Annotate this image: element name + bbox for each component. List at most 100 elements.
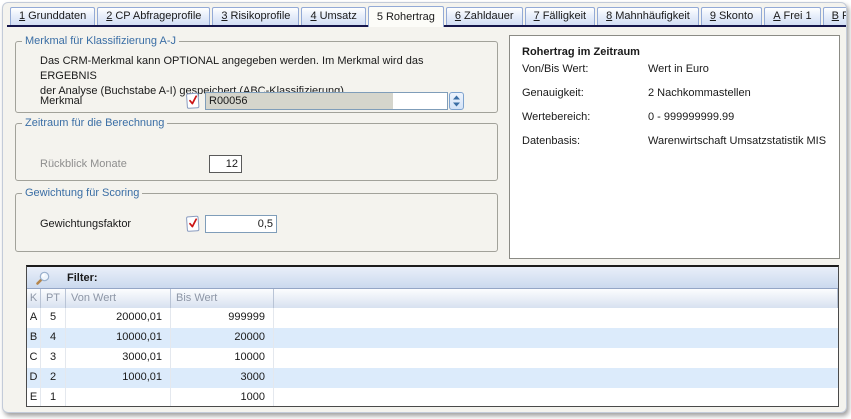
- tab-risikoprofile[interactable]: 3 Risikoprofile: [212, 7, 299, 25]
- rueckblick-monate-field[interactable]: 12: [209, 155, 242, 173]
- info-label: Genauigkeit:: [522, 86, 648, 100]
- column-header-pt[interactable]: PT: [41, 289, 66, 308]
- application-window: 1Grunddaten 2CP Abfrageprofile 3Risikopr…: [2, 2, 847, 413]
- tab-accelerator: B: [832, 10, 839, 22]
- tab-frei-2[interactable]: BFrei 2: [823, 7, 847, 25]
- table-row[interactable]: D 2 1000,01 3000: [27, 368, 838, 388]
- classification-table: Filter: K PT Von Wert Bis Wert A 5 20000…: [26, 265, 839, 407]
- tab-label: Risikoprofile: [231, 10, 291, 22]
- tab-accelerator: 6: [455, 10, 461, 22]
- tab-accelerator: 8: [606, 10, 612, 22]
- cell-von-wert: 1000,01: [66, 368, 171, 388]
- cell-bis-wert: 1000: [171, 388, 274, 407]
- tab-accelerator: 2: [106, 10, 112, 22]
- tab-accelerator: 9: [710, 10, 716, 22]
- tab-skonto[interactable]: 9Skonto: [701, 7, 762, 25]
- rueckblick-monate-label: Rückblick Monate: [40, 158, 209, 170]
- info-value: 2 Nachkommastellen: [648, 86, 839, 100]
- info-row: Genauigkeit: 2 Nachkommastellen: [522, 86, 839, 100]
- column-header-filler: [274, 289, 838, 308]
- tab-accelerator: 3: [221, 10, 227, 22]
- tab-umsatz[interactable]: 4 Umsatz: [301, 7, 365, 25]
- merkmal-value: R00056: [206, 93, 393, 109]
- info-row: Datenbasis: Warenwirtschaft Umsatzstatis…: [522, 134, 839, 148]
- group-merkmal-klassifizierung: Merkmal für Klassifizierung A-J Das CRM-…: [15, 35, 498, 113]
- info-label: Wertebereich:: [522, 110, 648, 124]
- info-row: Wertebereich: 0 - 999999999.99: [522, 110, 839, 124]
- tab-accelerator: 5: [377, 11, 383, 23]
- tab-label: Fälligkeit: [543, 10, 586, 22]
- group-title: Gewichtung für Scoring: [22, 187, 142, 199]
- cell-pt: 5: [41, 308, 66, 328]
- tab-mahnhaeufigkeit[interactable]: 8Mahnhäufigkeit: [597, 7, 699, 25]
- info-panel-title: Rohertrag im Zeitraum: [522, 46, 839, 58]
- group-gewichtung-scoring: Gewichtung für Scoring Gewichtungsfaktor…: [15, 187, 498, 252]
- cell-von-wert: 3000,01: [66, 348, 171, 368]
- filter-label: Filter:: [67, 272, 98, 284]
- cell-von-wert: 20000,01: [66, 308, 171, 328]
- cell-filler: [274, 308, 838, 328]
- tab-accelerator: 1: [19, 10, 25, 22]
- cell-bis-wert: 20000: [171, 328, 274, 348]
- tab-accelerator: 7: [534, 10, 540, 22]
- tab-faelligkeit[interactable]: 7Fälligkeit: [525, 7, 596, 25]
- tab-label: Skonto: [719, 10, 753, 22]
- cell-filler: [274, 368, 838, 388]
- tab-zahldauer[interactable]: 6Zahldauer: [446, 7, 523, 25]
- table-row[interactable]: E 1 1000: [27, 388, 838, 407]
- table-row[interactable]: B 4 10000,01 20000: [27, 328, 838, 348]
- tab-label: CP Abfrageprofile: [115, 10, 201, 22]
- info-value: Wert in Euro: [648, 62, 839, 76]
- column-header-k[interactable]: K: [27, 289, 41, 308]
- merkmal-label: Merkmal: [40, 95, 185, 107]
- tab-label: Mahnhäufigkeit: [615, 10, 690, 22]
- group-zeitraum-berechnung: Zeitraum für die Berechnung Rückblick Mo…: [15, 117, 498, 181]
- tab-bar: 1Grunddaten 2CP Abfrageprofile 3 Risikopr…: [7, 6, 846, 27]
- tab-label: Umsatz: [320, 10, 357, 22]
- tab-label: Frei 2: [842, 10, 847, 22]
- cell-pt: 2: [41, 368, 66, 388]
- tab-frei-1[interactable]: A Frei 1: [764, 7, 820, 25]
- cell-pt: 3: [41, 348, 66, 368]
- cell-k: B: [27, 328, 41, 348]
- merkmal-input[interactable]: R00056: [205, 92, 448, 110]
- table-row[interactable]: A 5 20000,01 999999: [27, 308, 838, 328]
- tab-accelerator: A: [773, 10, 780, 22]
- column-header-bis-wert[interactable]: Bis Wert: [171, 289, 274, 308]
- magnifier-icon[interactable]: [35, 270, 51, 286]
- info-value: 0 - 999999999.99: [648, 110, 839, 124]
- check-page-icon[interactable]: [185, 92, 201, 110]
- cell-filler: [274, 388, 838, 407]
- tab-label: Rohertrag: [386, 11, 435, 23]
- tab-label: Frei 1: [784, 10, 812, 22]
- cell-bis-wert: 999999: [171, 308, 274, 328]
- tab-grunddaten[interactable]: 1Grunddaten: [10, 7, 95, 25]
- up-down-spinner-icon[interactable]: [449, 92, 464, 110]
- tab-accelerator: 4: [310, 10, 316, 22]
- cell-von-wert: [66, 388, 171, 407]
- cell-filler: [274, 348, 838, 368]
- gewichtungsfaktor-field[interactable]: 0,5: [205, 215, 277, 233]
- cell-k: A: [27, 308, 41, 328]
- info-panel-rohertrag: Rohertrag im Zeitraum Von/Bis Wert: Wert…: [509, 35, 840, 259]
- column-header-von-wert[interactable]: Von Wert: [66, 289, 171, 308]
- info-row: Von/Bis Wert: Wert in Euro: [522, 62, 839, 76]
- table-header: K PT Von Wert Bis Wert: [27, 289, 838, 308]
- cell-bis-wert: 3000: [171, 368, 274, 388]
- info-label: Von/Bis Wert:: [522, 62, 648, 76]
- cell-k: C: [27, 348, 41, 368]
- tab-rohertrag[interactable]: 5Rohertrag: [368, 6, 444, 27]
- check-page-icon[interactable]: [185, 215, 201, 233]
- group-title: Merkmal für Klassifizierung A-J: [22, 35, 179, 47]
- tab-label: Zahldauer: [464, 10, 514, 22]
- info-value: Warenwirtschaft Umsatzstatistik MIS: [648, 134, 839, 148]
- cell-k: D: [27, 368, 41, 388]
- cell-k: E: [27, 388, 41, 407]
- cell-bis-wert: 10000: [171, 348, 274, 368]
- group-title: Zeitraum für die Berechnung: [22, 117, 167, 129]
- gewichtungsfaktor-label: Gewichtungsfaktor: [40, 218, 185, 230]
- table-row[interactable]: C 3 3000,01 10000: [27, 348, 838, 368]
- info-label: Datenbasis:: [522, 134, 648, 148]
- cell-pt: 4: [41, 328, 66, 348]
- tab-cp-abfrageprofile[interactable]: 2CP Abfrageprofile: [97, 7, 210, 25]
